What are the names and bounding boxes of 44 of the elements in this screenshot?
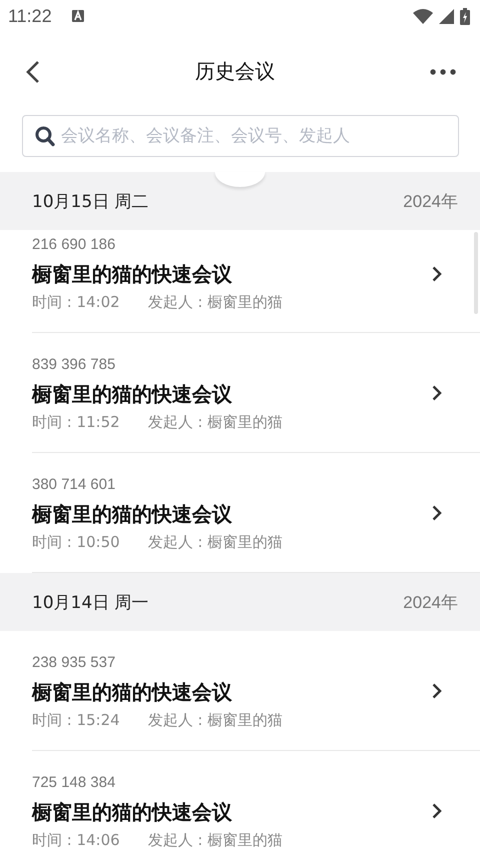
meeting-host: 发起人 : 橱窗里的猫 (148, 414, 282, 430)
year-label: 2024年 (403, 592, 458, 614)
back-icon (26, 60, 40, 84)
meeting-number: 216 690 186 (32, 236, 116, 254)
chevron-right-icon (432, 505, 442, 521)
meeting-time: 时间 : 14:06 (32, 832, 120, 848)
page-title: 历史会议 (195, 58, 275, 85)
meeting-item[interactable]: 725 148 384 橱窗里的猫的快速会议 时间 : 14:06 发起人 : 橱窗里的猫 (32, 751, 480, 853)
meeting-host: 发起人 : 橱窗里的猫 (148, 832, 282, 848)
meeting-title: 橱窗里的猫的快速会议 (32, 261, 233, 287)
meeting-host: 发起人 : 橱窗里的猫 (148, 712, 282, 728)
more-icon (430, 68, 456, 74)
search-icon (35, 126, 55, 146)
meeting-time: 时间 : 15:24 (32, 712, 120, 728)
wifi-icon (413, 8, 433, 24)
meeting-time: 时间 : 14:02 (32, 294, 120, 311)
search-input[interactable]: 会议名称、会议备注、会议号、发起人 (61, 126, 448, 146)
meeting-number: 725 148 384 (32, 774, 116, 792)
meeting-number: 839 396 785 (32, 356, 116, 374)
meeting-item[interactable]: 839 396 785 橱窗里的猫的快速会议 时间 : 11:52 发起人 : 橱窗里的猫 (32, 333, 480, 453)
year-label: 2024年 (403, 190, 458, 212)
meeting-item[interactable]: 216 690 186 橱窗里的猫的快速会议 时间 : 14:02 发起人 : 橱窗里的猫 (32, 230, 480, 333)
search-field[interactable]: 会议名称、会议备注、会议号、发起人 (22, 115, 459, 157)
meeting-time: 时间 : 11:52 (32, 414, 120, 430)
meeting-host: 发起人 : 橱窗里的猫 (148, 294, 282, 311)
date-label: 10月14日 周一 (32, 592, 149, 614)
battery-icon (460, 8, 470, 24)
meeting-title: 橱窗里的猫的快速会议 (32, 380, 233, 406)
chevron-right-icon (432, 803, 442, 819)
chevron-right-icon (432, 385, 442, 401)
meeting-item[interactable]: 238 935 537 橱窗里的猫的快速会议 时间 : 15:24 发起人 : 橱窗里的猫 (32, 631, 480, 751)
signal-icon (439, 8, 454, 24)
date-label: 10月15日 周二 (32, 190, 149, 212)
meeting-time: 时间 : 10:50 (32, 534, 120, 550)
meeting-host: 发起人 : 橱窗里的猫 (148, 534, 282, 550)
meeting-title: 橱窗里的猫的快速会议 (32, 500, 233, 526)
notification-icon (72, 10, 84, 22)
chevron-right-icon (432, 266, 442, 282)
chevron-right-icon (432, 683, 442, 699)
meeting-title: 橱窗里的猫的快速会议 (32, 798, 233, 824)
status-time: 11:22 (8, 6, 52, 26)
meeting-number: 238 935 537 (32, 654, 116, 672)
meeting-title: 橱窗里的猫的快速会议 (32, 678, 233, 704)
meeting-number: 380 714 601 (32, 476, 116, 494)
